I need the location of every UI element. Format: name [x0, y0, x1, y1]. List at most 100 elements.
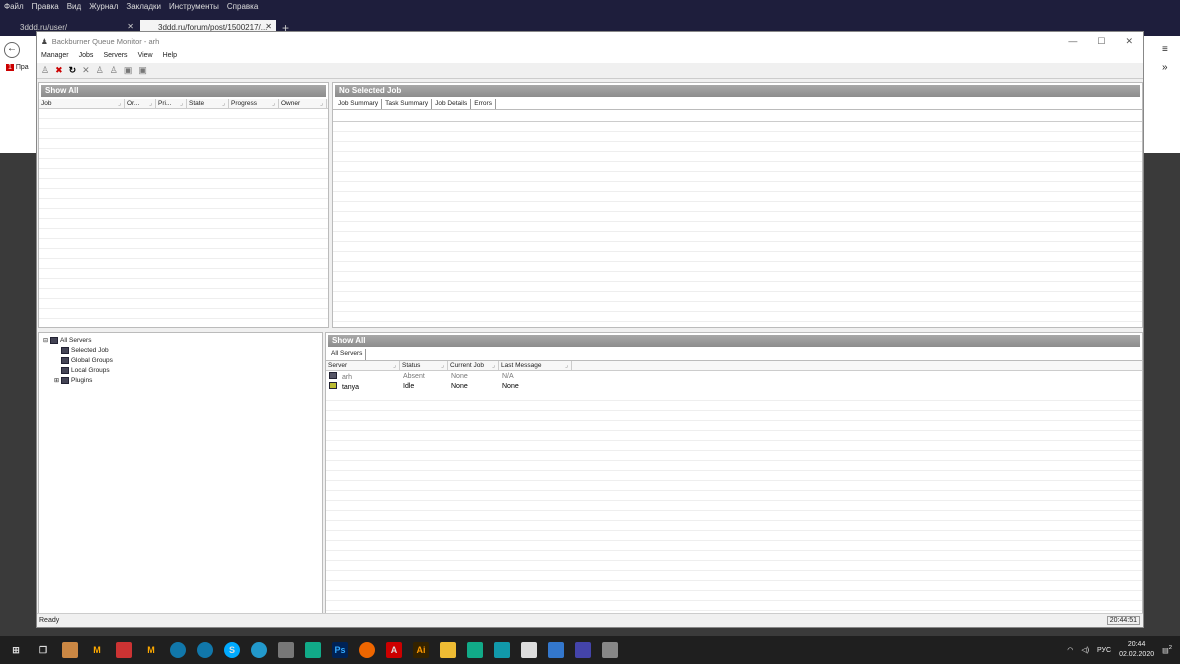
server-name: tanya — [341, 383, 360, 391]
clock-time: 20:44 — [1127, 641, 1146, 648]
server-icon — [61, 346, 69, 354]
menu-view[interactable]: Вид — [67, 2, 81, 18]
tab-all-servers[interactable]: All Servers — [328, 349, 367, 360]
tree-root[interactable]: ⊟ All Servers — [43, 335, 318, 345]
server-job: None — [451, 382, 468, 390]
tree-selected-job[interactable]: Selected Job — [43, 345, 318, 355]
tab-job-summary[interactable]: Job Summary — [335, 99, 383, 109]
app-m-icon[interactable]: M — [143, 642, 159, 658]
skype-icon[interactable]: S — [224, 642, 240, 658]
photoshop-icon[interactable]: Ps — [332, 642, 348, 658]
hamburger-menu-icon[interactable]: ≡ — [1162, 44, 1168, 55]
servers-header[interactable]: Show All — [328, 335, 1140, 347]
app-icon[interactable] — [116, 642, 132, 658]
tab-task-summary[interactable]: Task Summary — [382, 99, 433, 109]
close-button[interactable]: ✕ — [1125, 36, 1133, 47]
teamviewer-icon[interactable] — [197, 642, 213, 658]
app-icon[interactable] — [548, 642, 564, 658]
jobs-header[interactable]: Show All — [41, 85, 326, 97]
col-server[interactable]: Server — [326, 361, 400, 370]
tab-job-details[interactable]: Job Details — [432, 99, 472, 109]
explorer-icon[interactable] — [440, 642, 456, 658]
delete-icon[interactable]: ✕ — [82, 65, 90, 76]
teamviewer-icon[interactable] — [170, 642, 186, 658]
connect-icon[interactable]: ♙ — [41, 65, 49, 76]
maximize-button[interactable]: ☐ — [1097, 36, 1105, 47]
illustrator-icon[interactable]: Ai — [413, 642, 429, 658]
tree-plugins[interactable]: ⊞ Plugins — [43, 375, 318, 385]
system-tray: ◠ ◁) РУС 20:44 02.02.2020 ▤2 — [1067, 636, 1172, 664]
autocad-icon[interactable]: A — [386, 642, 402, 658]
menu-history[interactable]: Журнал — [89, 2, 118, 18]
col-priority[interactable]: Pri... — [156, 99, 187, 108]
server-status: Idle — [403, 382, 415, 390]
menu-servers[interactable]: Servers — [103, 52, 127, 61]
server-row[interactable]: tanya Idle None None — [326, 381, 1142, 391]
disconnect-icon[interactable]: ✖ — [55, 65, 63, 76]
detail-tabs: Job Summary Task Summary Job Details Err… — [333, 99, 1142, 110]
servers-tabs: All Servers — [326, 349, 1142, 361]
tree-local-groups[interactable]: Local Groups — [43, 365, 318, 375]
col-order[interactable]: Or... — [125, 99, 156, 108]
col-state[interactable]: State — [187, 99, 229, 108]
monitor2-icon[interactable]: ▣ — [138, 65, 147, 76]
app-icon[interactable] — [575, 642, 591, 658]
server-status: Absent — [403, 372, 425, 380]
app-m-icon[interactable]: M — [89, 642, 105, 658]
server-tree: ⊟ All Servers Selected Job Global Groups … — [38, 332, 323, 614]
menu-help[interactable]: Help — [163, 52, 177, 61]
col-owner[interactable]: Owner — [279, 99, 327, 108]
col-current-job[interactable]: Current Job — [448, 361, 499, 370]
language-indicator[interactable]: РУС — [1097, 647, 1111, 654]
menu-help[interactable]: Справка — [227, 2, 258, 18]
bookmark[interactable]: 1 Пра — [6, 64, 29, 71]
menu-view[interactable]: View — [138, 52, 153, 61]
activate-icon[interactable]: ♙ — [96, 65, 104, 76]
close-icon[interactable]: ✕ — [127, 22, 134, 31]
jobs-list[interactable] — [39, 109, 328, 325]
server-icon — [329, 381, 337, 389]
close-icon[interactable]: ✕ — [265, 22, 272, 31]
server-row[interactable]: arh Absent None N/A — [326, 371, 1142, 381]
menu-edit[interactable]: Правка — [32, 2, 59, 18]
app-icon: ♟ — [41, 36, 48, 46]
window-title: Backburner Queue Monitor - arh — [51, 36, 160, 46]
firefox-icon[interactable] — [359, 642, 375, 658]
overflow-icon[interactable]: » — [1162, 62, 1168, 73]
col-last-message[interactable]: Last Message — [499, 361, 572, 370]
servers-list[interactable] — [326, 391, 1142, 611]
wifi-icon[interactable]: ◠ — [1067, 646, 1073, 654]
menu-manager[interactable]: Manager — [41, 52, 69, 61]
volume-icon[interactable]: ◁) — [1081, 646, 1089, 654]
start-icon[interactable]: ⊞ — [8, 642, 24, 658]
3dsmax-icon[interactable] — [305, 642, 321, 658]
servers-columns: Server Status Current Job Last Message — [326, 361, 1142, 371]
jobs-panel: Show All Job Or... Pri... State Progress… — [38, 82, 329, 328]
calculator-icon[interactable] — [278, 642, 294, 658]
col-job[interactable]: Job — [39, 99, 125, 108]
status-clock: 20:44:51 — [1106, 616, 1140, 625]
deactivate-icon[interactable]: ♙ — [110, 65, 118, 76]
monitor-icon[interactable]: ▣ — [124, 65, 133, 76]
app-icon[interactable] — [602, 642, 618, 658]
task-view-icon[interactable]: ❐ — [35, 642, 51, 658]
clock[interactable]: 20:44 02.02.2020 — [1119, 640, 1154, 660]
back-icon[interactable]: ← — [4, 42, 20, 58]
menu-file[interactable]: Файл — [4, 2, 24, 18]
col-progress[interactable]: Progress — [229, 99, 279, 108]
menu-jobs[interactable]: Jobs — [79, 52, 94, 61]
tree-global-groups[interactable]: Global Groups — [43, 355, 318, 365]
refresh-icon[interactable]: ↻ — [69, 65, 77, 76]
menu-tools[interactable]: Инструменты — [169, 2, 219, 18]
app-icon[interactable] — [521, 642, 537, 658]
3dsmax-icon[interactable] — [467, 642, 483, 658]
app-icon[interactable] — [62, 642, 78, 658]
menu-bookmarks[interactable]: Закладки — [126, 2, 161, 18]
col-status[interactable]: Status — [400, 361, 448, 370]
telegram-icon[interactable] — [251, 642, 267, 658]
tree-label: Selected Job — [71, 346, 109, 354]
app-icon[interactable] — [494, 642, 510, 658]
minimize-button[interactable]: — — [1068, 36, 1077, 47]
notifications-icon[interactable]: ▤2 — [1162, 645, 1172, 654]
tab-errors[interactable]: Errors — [471, 99, 496, 109]
